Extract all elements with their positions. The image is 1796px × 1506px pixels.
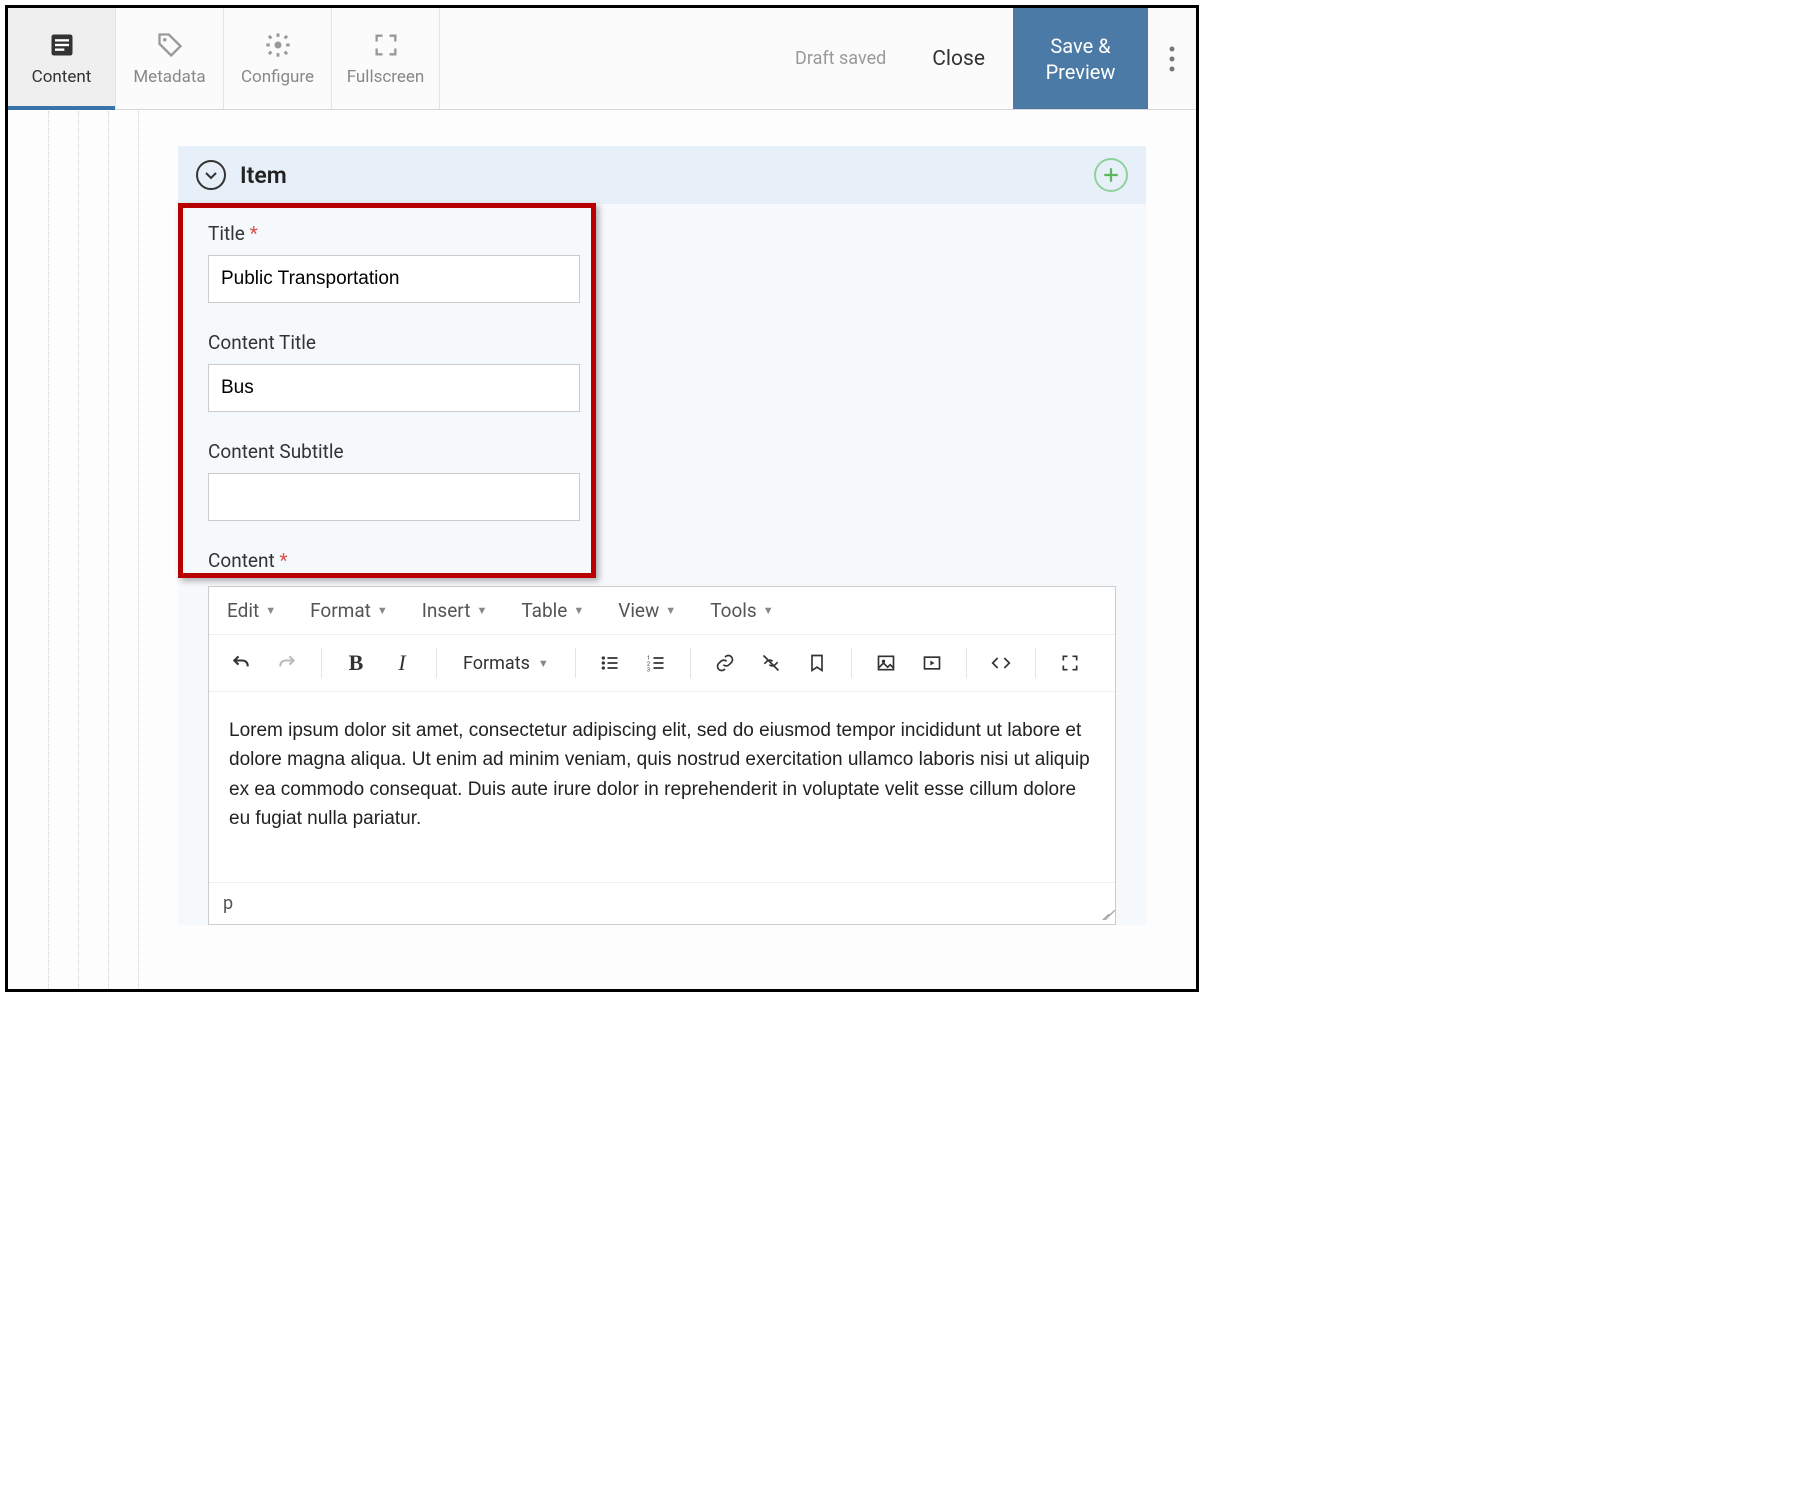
save-preview-button[interactable]: Save & Preview [1013,8,1148,109]
panel-title: Item [240,162,287,189]
tab-content[interactable]: Content [8,8,116,109]
chevron-down-icon [203,167,219,183]
add-item-button[interactable] [1094,158,1128,192]
field-content: Content * Edit▼ Format▼ Insert▼ Table▼ V… [208,549,1116,925]
plus-icon [1102,166,1120,184]
rich-text-editor: Edit▼ Format▼ Insert▼ Table▼ View▼ Tools… [208,586,1116,925]
bullet-list-button[interactable] [592,645,628,681]
field-content-title: Content Title [208,331,1116,412]
item-panel: Item Title * Content Title Content Subti… [178,146,1146,925]
field-title: Title * [208,222,1116,303]
bullet-list-icon [600,653,620,673]
editor-menu-insert[interactable]: Insert▼ [422,599,488,622]
top-toolbar: Content Metadata Configure Fullscreen Dr… [8,8,1196,110]
field-content-title-label: Content Title [208,331,1116,354]
svg-text:3: 3 [647,667,650,673]
fullscreen-icon [372,31,400,59]
tab-fullscreen[interactable]: Fullscreen [332,8,440,109]
editor-status-bar: p [209,882,1115,924]
bookmark-button[interactable] [799,645,835,681]
close-button[interactable]: Close [904,8,1013,109]
numbered-list-icon: 123 [646,653,666,673]
italic-button[interactable]: I [384,645,420,681]
undo-button[interactable] [223,645,259,681]
editor-menu-table[interactable]: Table▼ [521,599,584,622]
content-area: Item Title * Content Title Content Subti… [8,111,1196,989]
resize-handle[interactable] [1097,906,1111,920]
undo-icon [231,653,251,673]
image-icon [876,653,896,673]
field-content-subtitle-label: Content Subtitle [208,440,1116,463]
link-icon [715,653,735,673]
expand-button[interactable] [1052,645,1088,681]
code-icon [991,653,1011,673]
tab-configure-label: Configure [241,67,314,87]
field-title-label: Title * [208,222,1116,245]
content-icon [48,31,76,59]
tab-configure[interactable]: Configure [224,8,332,109]
editor-menu-format[interactable]: Format▼ [310,599,388,622]
formats-dropdown[interactable]: Formats▼ [453,645,559,681]
bookmark-icon [807,653,827,673]
field-content-label: Content * [208,549,1116,572]
source-button[interactable] [983,645,1019,681]
tab-fullscreen-label: Fullscreen [347,67,425,87]
link-button[interactable] [707,645,743,681]
bold-button[interactable]: B [338,645,374,681]
media-button[interactable] [914,645,950,681]
field-content-subtitle: Content Subtitle [208,440,1116,521]
tag-icon [156,31,184,59]
tab-metadata-label: Metadata [133,67,205,87]
title-input[interactable] [208,255,580,303]
item-panel-body: Title * Content Title Content Subtitle C… [178,204,1146,925]
more-menu-button[interactable] [1148,8,1196,109]
tab-content-label: Content [32,67,92,87]
redo-button[interactable] [269,645,305,681]
media-icon [922,653,942,673]
kebab-icon [1169,46,1175,72]
unlink-icon [761,653,781,673]
collapse-button[interactable] [196,160,226,190]
editor-element-path[interactable]: p [223,893,233,914]
editor-menu-tools[interactable]: Tools▼ [710,599,773,622]
editor-menu-edit[interactable]: Edit▼ [227,599,276,622]
content-subtitle-input[interactable] [208,473,580,521]
editor-menubar: Edit▼ Format▼ Insert▼ Table▼ View▼ Tools… [209,587,1115,635]
tab-metadata[interactable]: Metadata [116,8,224,109]
redo-icon [277,653,297,673]
image-button[interactable] [868,645,904,681]
editor-toolbar: B I Formats▼ 123 [209,635,1115,692]
toolbar-spacer [440,8,777,109]
draft-status: Draft saved [777,8,904,109]
app-frame: Content Metadata Configure Fullscreen Dr… [5,5,1199,992]
editor-body[interactable]: Lorem ipsum dolor sit amet, consectetur … [209,692,1115,882]
expand-icon [1060,653,1080,673]
numbered-list-button[interactable]: 123 [638,645,674,681]
unlink-button[interactable] [753,645,789,681]
content-title-input[interactable] [208,364,580,412]
editor-menu-view[interactable]: View▼ [618,599,676,622]
item-panel-header: Item [178,146,1146,204]
gear-icon [264,31,292,59]
